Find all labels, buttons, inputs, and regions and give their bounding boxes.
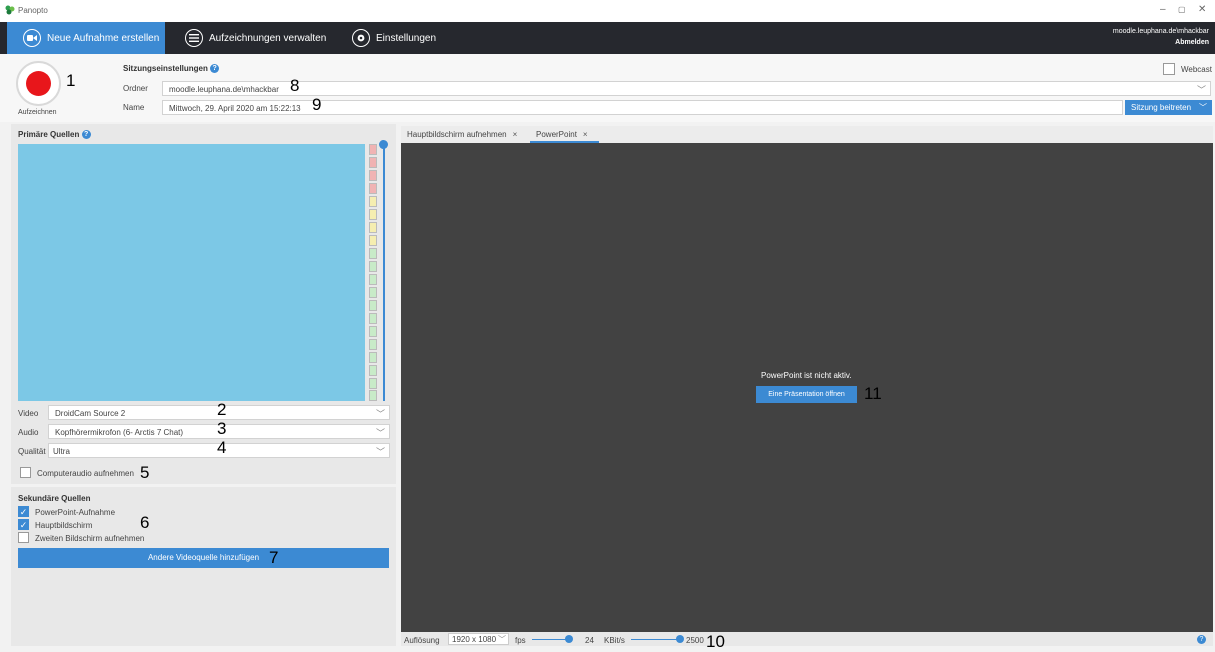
annotation-5: 5 xyxy=(140,463,150,482)
fps-value: 24 xyxy=(585,636,594,645)
panopto-logo-icon xyxy=(5,5,15,15)
annotation-7: 7 xyxy=(269,548,279,567)
audio-label: Audio xyxy=(18,428,39,437)
second-screen-checkbox[interactable] xyxy=(18,532,29,543)
app-title: Panopto xyxy=(18,6,48,15)
close-button[interactable]: ✕ xyxy=(1198,4,1206,15)
add-video-source-label: Andere Videoquelle hinzufügen xyxy=(147,553,260,562)
name-label: Name xyxy=(123,103,145,112)
second-screen-label: Zweiten Bildschirm aufnehmen xyxy=(35,534,145,543)
computer-audio-checkbox[interactable] xyxy=(20,467,31,478)
restore-button[interactable]: ▢ xyxy=(1178,5,1186,14)
powerpoint-status: PowerPoint ist nicht aktiv. xyxy=(761,371,852,380)
volume-slider-handle[interactable] xyxy=(379,140,388,149)
kbit-label: KBit/s xyxy=(604,636,625,645)
audio-value: Kopfhörermikrofon (6- Arctis 7 Chat) xyxy=(55,428,184,437)
join-session-label: Sitzung beitreten xyxy=(1131,103,1192,112)
fps-slider-handle[interactable] xyxy=(565,635,573,643)
user-info: moodle.leuphana.de\mhackbar Abmelden xyxy=(1113,26,1209,48)
chevron-down-icon: ﹀ xyxy=(1196,85,1206,95)
quality-label: Qualität xyxy=(18,447,46,456)
main-navbar: Neue Aufnahme erstellen Aufzeichnungen v… xyxy=(0,22,1215,54)
join-session-button[interactable]: Sitzung beitreten ﹀ xyxy=(1125,100,1212,115)
session-name-value: Mittwoch, 29. April 2020 am 15:22:13 xyxy=(169,104,301,113)
resolution-label: Auflösung xyxy=(404,636,440,645)
folder-select[interactable]: moodle.leuphana.de\mhackbar ﹀ xyxy=(162,81,1211,96)
help-icon[interactable]: ? xyxy=(210,64,220,74)
camera-icon xyxy=(23,29,41,47)
record-label: Aufzeichnen xyxy=(18,109,57,116)
audio-level-meter xyxy=(369,144,377,401)
annotation-1: 1 xyxy=(66,71,76,90)
secondary-sources-title: Sekundäre Quellen xyxy=(18,494,91,503)
folder-value: moodle.leuphana.de\mhackbar xyxy=(169,85,279,94)
volume-slider-track[interactable] xyxy=(383,144,385,401)
annotation-3: 3 xyxy=(217,419,227,438)
chevron-down-icon: ﹀ xyxy=(498,635,506,644)
tab-label: Einstellungen xyxy=(376,32,437,44)
tab-manage-recordings[interactable]: Aufzeichnungen verwalten xyxy=(185,22,326,54)
annotation-10: 10 xyxy=(706,632,725,651)
logout-link[interactable]: Abmelden xyxy=(1113,37,1209,48)
session-settings-title: Sitzungseinstellungen ? xyxy=(123,64,220,74)
annotation-9: 9 xyxy=(312,95,322,114)
session-name-input[interactable]: Mittwoch, 29. April 2020 am 15:22:13 xyxy=(162,100,1123,115)
chevron-down-icon: ﹀ xyxy=(375,447,385,457)
tab-new-recording[interactable]: Neue Aufnahme erstellen xyxy=(7,22,165,54)
list-icon xyxy=(185,29,203,47)
window-titlebar: Panopto – ▢ ✕ xyxy=(0,0,1215,22)
webcast-label: Webcast xyxy=(1181,65,1212,74)
main-screen-checkbox[interactable]: ✓ xyxy=(18,519,29,530)
resolution-value: 1920 x 1080 xyxy=(452,635,497,644)
annotation-11: 11 xyxy=(864,384,882,403)
chevron-down-icon: ﹀ xyxy=(1199,103,1207,112)
kbit-slider-handle[interactable] xyxy=(676,635,684,643)
minimize-button[interactable]: – xyxy=(1160,4,1166,15)
open-presentation-button[interactable]: Eine Präsentation öffnen xyxy=(756,386,857,403)
annotation-4: 4 xyxy=(217,438,227,457)
record-button[interactable] xyxy=(16,61,61,106)
help-icon[interactable]: ? xyxy=(81,130,91,140)
tab-powerpoint[interactable]: PowerPoint × xyxy=(530,126,599,143)
tab-label: Neue Aufnahme erstellen xyxy=(47,32,160,44)
annotation-6: 6 xyxy=(140,513,150,532)
open-presentation-label: Eine Präsentation öffnen xyxy=(768,391,845,398)
preview-tabbar: Hauptbildschirm aufnehmen × PowerPoint × xyxy=(401,126,1213,143)
tab-label: Aufzeichnungen verwalten xyxy=(209,32,327,44)
main-screen-label: Hauptbildschirm xyxy=(35,521,93,530)
primary-sources-label: Primäre Quellen xyxy=(18,130,80,139)
video-label: Video xyxy=(18,409,39,418)
webcast-checkbox[interactable] xyxy=(1163,63,1175,75)
video-value: DroidCam Source 2 xyxy=(55,409,126,418)
resolution-select[interactable]: 1920 x 1080 ﹀ xyxy=(448,633,509,645)
help-icon[interactable]: ? xyxy=(1197,635,1206,644)
chevron-down-icon: ﹀ xyxy=(375,428,385,438)
fps-label: fps xyxy=(515,636,526,645)
powerpoint-label: PowerPoint-Aufnahme xyxy=(35,508,116,517)
kbit-slider-track[interactable] xyxy=(631,639,681,640)
folder-label: Ordner xyxy=(123,84,148,93)
primary-sources-title: Primäre Quellen ? xyxy=(18,130,91,140)
close-icon[interactable]: × xyxy=(513,130,518,139)
close-icon[interactable]: × xyxy=(583,130,588,139)
kbit-value: 2500 xyxy=(686,636,704,645)
session-settings-label: Sitzungseinstellungen xyxy=(123,64,208,73)
tab-label: PowerPoint xyxy=(536,130,577,139)
computer-audio-label: Computeraudio aufnehmen xyxy=(37,469,134,478)
tab-settings[interactable]: Einstellungen xyxy=(352,22,436,54)
annotation-8: 8 xyxy=(290,76,300,95)
camera-preview xyxy=(18,144,365,401)
gear-icon xyxy=(352,29,370,47)
username: moodle.leuphana.de\mhackbar xyxy=(1112,28,1209,35)
powerpoint-checkbox[interactable]: ✓ xyxy=(18,506,29,517)
tab-main-screen[interactable]: Hauptbildschirm aufnehmen × xyxy=(407,126,517,143)
add-video-source-button[interactable]: Andere Videoquelle hinzufügen xyxy=(18,548,389,568)
quality-value: Ultra xyxy=(53,447,70,456)
chevron-down-icon: ﹀ xyxy=(375,409,385,419)
annotation-2: 2 xyxy=(217,400,227,419)
tab-label: Hauptbildschirm aufnehmen xyxy=(407,130,507,139)
record-icon xyxy=(26,71,51,96)
